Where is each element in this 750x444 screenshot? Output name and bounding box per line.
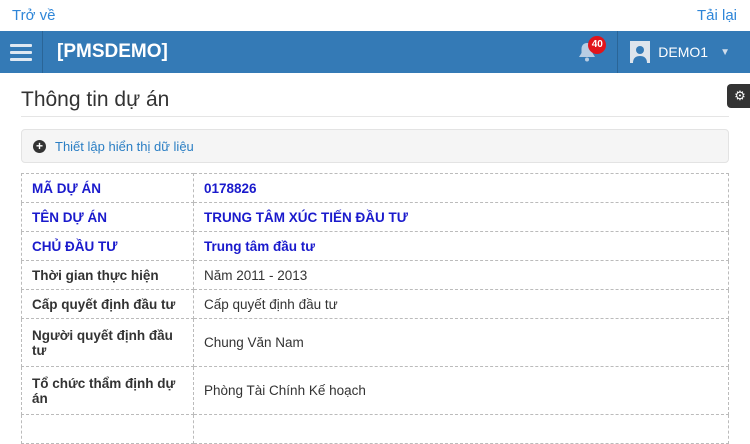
table-row: Cấp quyết định đầu tư Cấp quyết định đầu … xyxy=(21,289,729,319)
avatar xyxy=(630,41,651,63)
project-info-table: MÃ DỰ ÁN 0178826 TÊN DỰ ÁN TRUNG TÂM XÚC TI… xyxy=(21,173,729,444)
row-value xyxy=(193,414,729,444)
navbar: [PMSDEMO] 40 DEMO1 ▼ xyxy=(0,31,750,73)
table-row: Tổ chức thẩm định dự án Phòng Tài Chính K… xyxy=(21,366,729,415)
menu-icon[interactable] xyxy=(0,31,43,73)
row-label: MÃ DỰ ÁN xyxy=(21,173,194,203)
table-row: Người quyết định đầu tư Chung Văn Nam xyxy=(21,318,729,367)
user-menu[interactable]: DEMO1 ▼ xyxy=(617,31,750,73)
brand-title[interactable]: [PMSDEMO] xyxy=(57,41,567,63)
table-row: Thời gian thực hiện Năm 2011 - 2013 xyxy=(21,260,729,290)
row-value: Trung tâm đầu tư xyxy=(193,231,729,261)
row-value: TRUNG TÂM XÚC TIẾN ĐẦU TƯ xyxy=(193,202,729,232)
back-link[interactable]: Trở về xyxy=(12,7,55,24)
page-title: Thông tin dự án xyxy=(21,88,170,111)
table-row xyxy=(21,414,729,444)
divider xyxy=(21,116,729,117)
caret-down-icon: ▼ xyxy=(720,46,730,58)
plus-circle-icon: + xyxy=(33,139,46,153)
row-value: Năm 2011 - 2013 xyxy=(193,260,729,290)
row-label: Tổ chức thẩm định dự án xyxy=(21,366,194,415)
gear-icon[interactable]: ⚙ xyxy=(727,84,750,108)
display-settings-panel[interactable]: + Thiết lập hiển thị dữ liệu xyxy=(21,129,729,163)
notification-badge: 40 xyxy=(588,36,607,54)
table-row: TÊN DỰ ÁN TRUNG TÂM XÚC TIẾN ĐẦU TƯ xyxy=(21,202,729,232)
row-label: Thời gian thực hiện xyxy=(21,260,194,290)
row-value: 0178826 xyxy=(193,173,729,203)
row-value: Phòng Tài Chính Kế hoạch xyxy=(193,366,729,415)
row-label: Người quyết định đầu tư xyxy=(21,318,194,367)
notifications-button[interactable]: 40 xyxy=(567,31,607,73)
row-label xyxy=(21,414,194,444)
reload-link[interactable]: Tải lại xyxy=(697,7,737,24)
row-value: Cấp quyết định đầu tư xyxy=(193,289,729,319)
row-label: CHỦ ĐẦU TƯ xyxy=(21,231,194,261)
table-row: CHỦ ĐẦU TƯ Trung tâm đầu tư xyxy=(21,231,729,261)
row-value: Chung Văn Nam xyxy=(193,318,729,367)
row-label: TÊN DỰ ÁN xyxy=(21,202,194,232)
row-label: Cấp quyết định đầu tư xyxy=(21,289,194,319)
table-row: MÃ DỰ ÁN 0178826 xyxy=(21,173,729,203)
display-settings-link[interactable]: Thiết lập hiển thị dữ liệu xyxy=(55,139,194,154)
top-bar: Trở về Tải lại xyxy=(0,0,750,31)
user-name: DEMO1 xyxy=(658,44,709,60)
